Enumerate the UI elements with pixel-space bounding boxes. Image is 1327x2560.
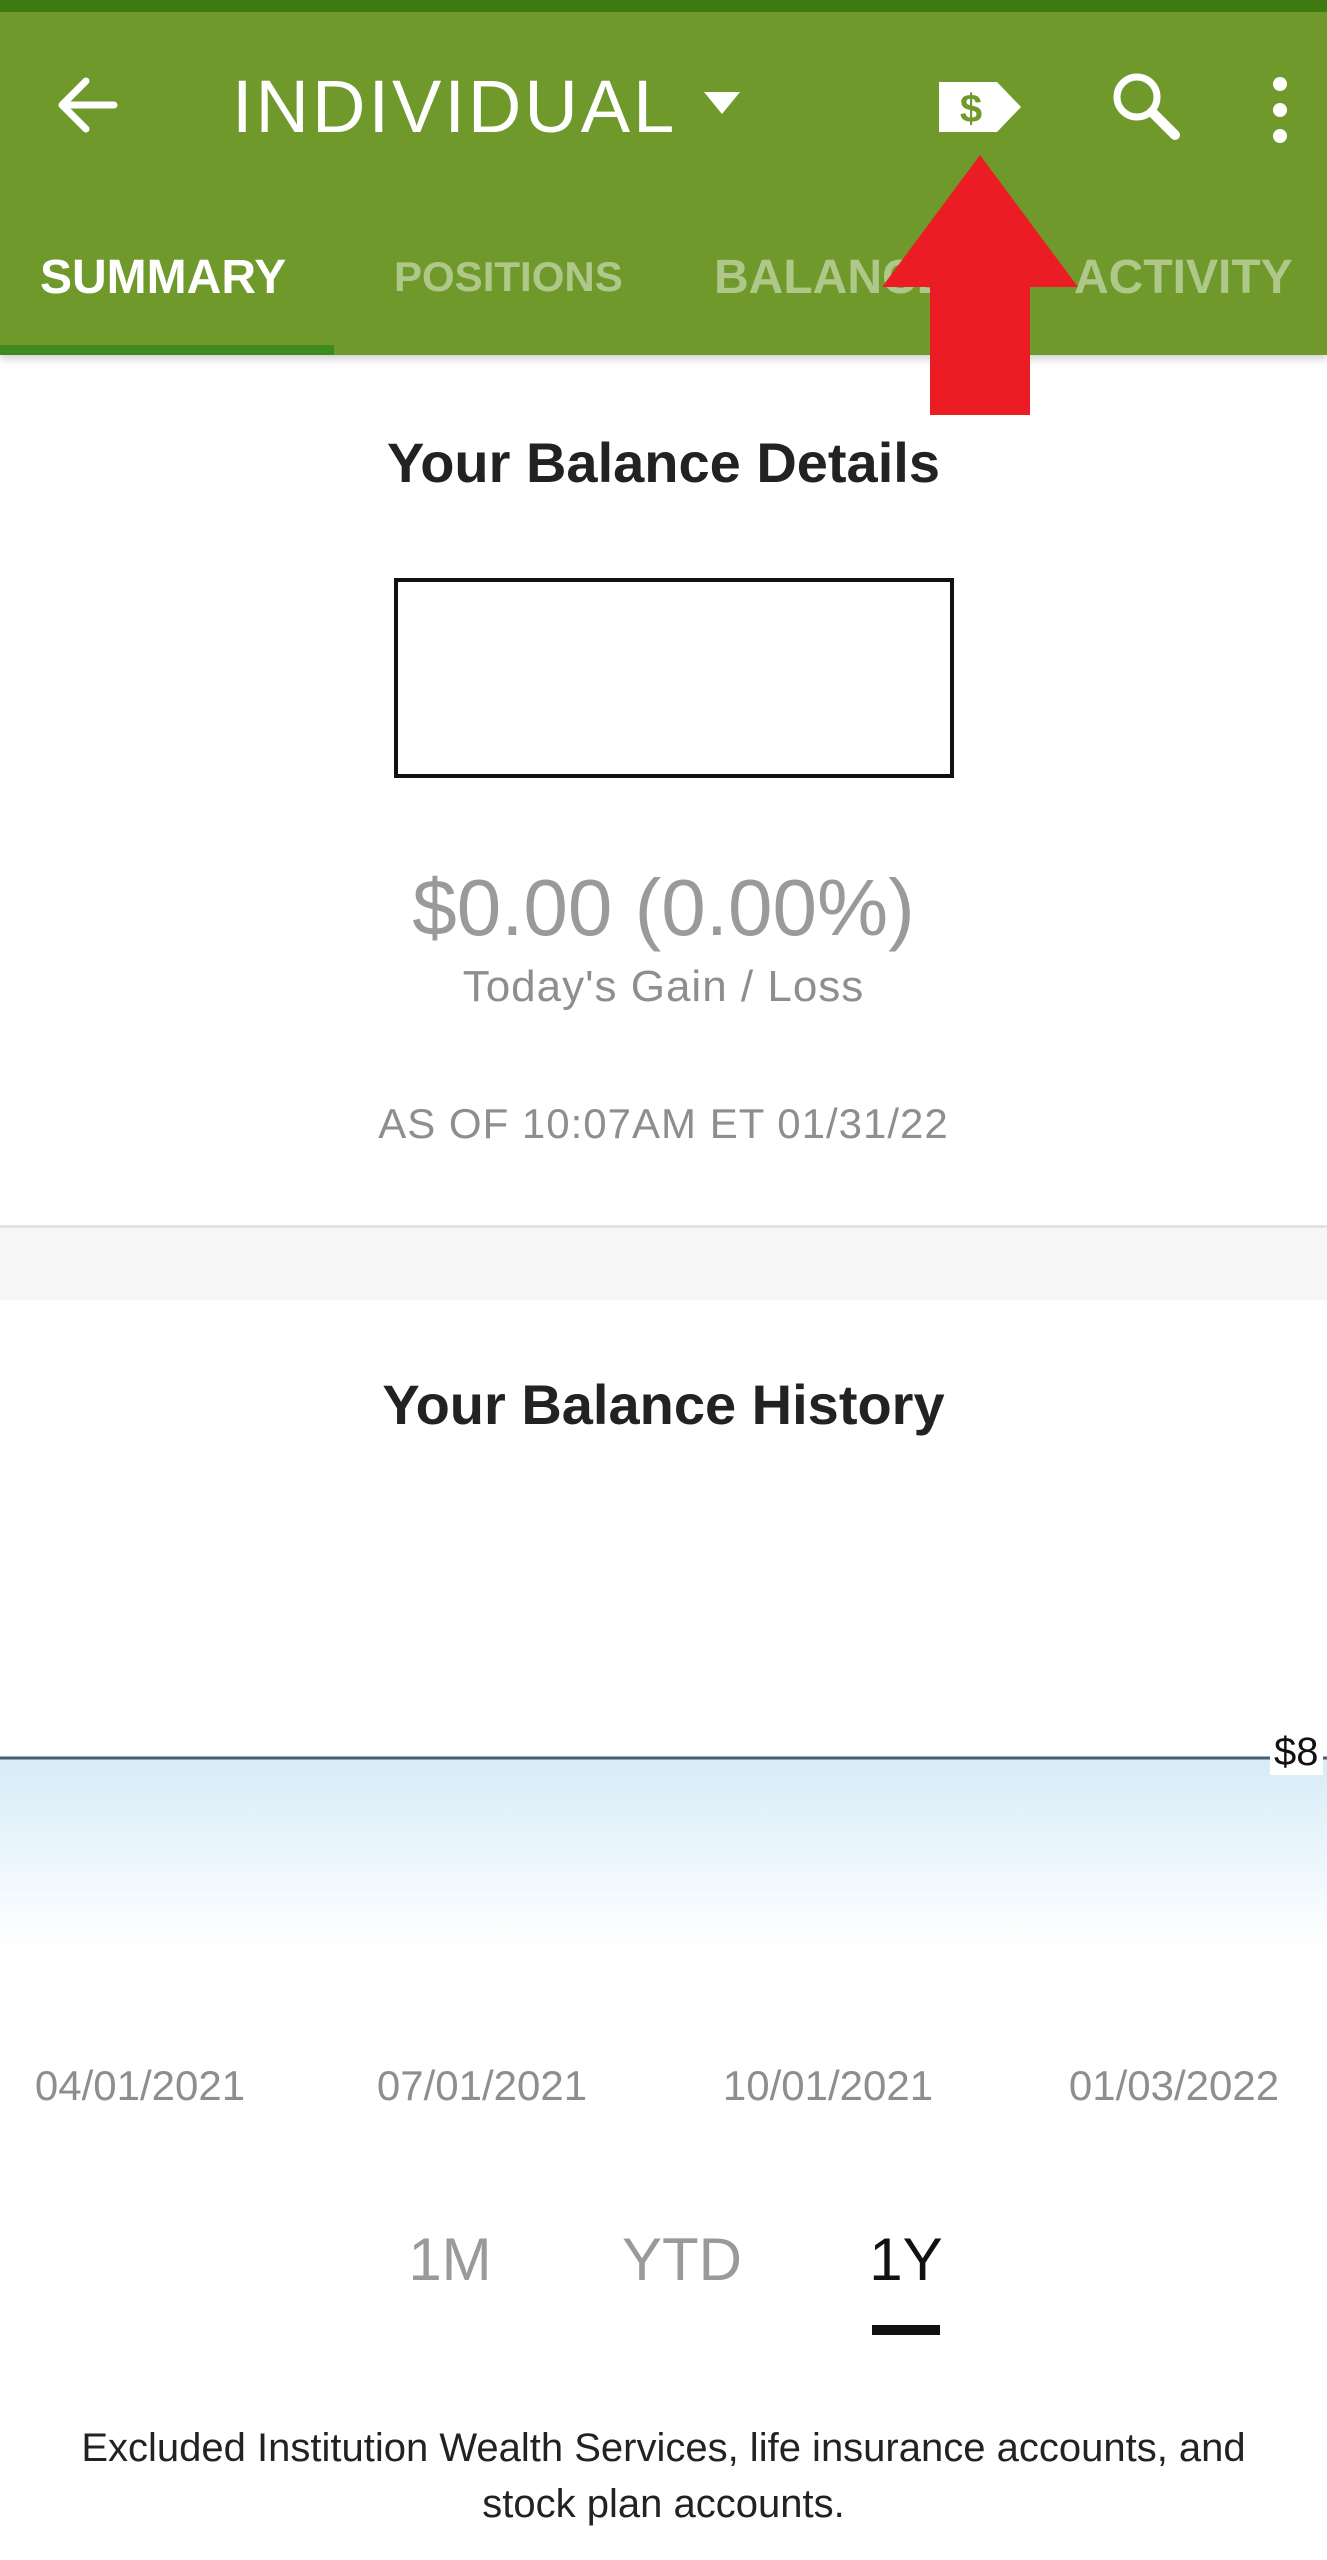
active-range-indicator	[872, 2325, 940, 2335]
svg-text:$: $	[960, 87, 982, 131]
balance-history-chart[interactable]	[0, 1700, 1327, 2000]
chart-area-fill	[0, 1758, 1327, 1948]
app-bar: INDIVIDUAL $ SUMMARY POSITIONS BALANCES …	[0, 0, 1327, 355]
x-axis-label: 07/01/2021	[376, 2062, 588, 2109]
x-axis-label: 01/03/2022	[1068, 2062, 1280, 2109]
range-1y-button[interactable]: 1Y	[821, 2225, 991, 2305]
tab-summary[interactable]: SUMMARY	[40, 232, 286, 322]
annotation-arrow	[882, 155, 1078, 415]
range-1m-button[interactable]: 1M	[365, 2225, 535, 2305]
as-of-timestamp: AS OF 10:07AM ET 01/31/22	[378, 1100, 949, 1147]
app-screen: INDIVIDUAL $ SUMMARY POSITIONS BALANCES …	[0, 0, 1327, 2560]
balance-details-title: Your Balance Details	[387, 431, 940, 494]
active-tab-indicator	[0, 345, 334, 355]
arrow-left-icon	[58, 77, 118, 133]
todays-gain-label: Today's Gain / Loss	[462, 962, 865, 1011]
status-strip	[0, 0, 1327, 12]
redacted-balance-box	[394, 578, 954, 778]
tab-positions[interactable]: POSITIONS	[394, 232, 623, 322]
exclusions-footnote: Excluded Institution Wealth Services, li…	[81, 2426, 1246, 2526]
dollar-tag-icon[interactable]: $	[935, 72, 1027, 142]
tab-activity[interactable]: ACTIVITY	[1074, 232, 1293, 322]
more-vertical-icon[interactable]	[1255, 70, 1305, 150]
caret-down-icon[interactable]	[700, 88, 744, 118]
section-divider	[0, 1228, 1327, 1300]
balance-history-title: Your Balance History	[382, 1373, 945, 1436]
back-button[interactable]	[48, 60, 128, 150]
search-icon[interactable]	[1105, 65, 1185, 145]
x-axis-label: 10/01/2021	[722, 2062, 934, 2109]
range-ytd-button[interactable]: YTD	[597, 2225, 767, 2305]
x-axis-label: 04/01/2021	[34, 2062, 246, 2109]
account-selector-title[interactable]: INDIVIDUAL	[232, 58, 677, 154]
chart-value-label: $8	[1270, 1730, 1323, 1775]
todays-gain-value: $0.00 (0.00%)	[412, 863, 915, 952]
